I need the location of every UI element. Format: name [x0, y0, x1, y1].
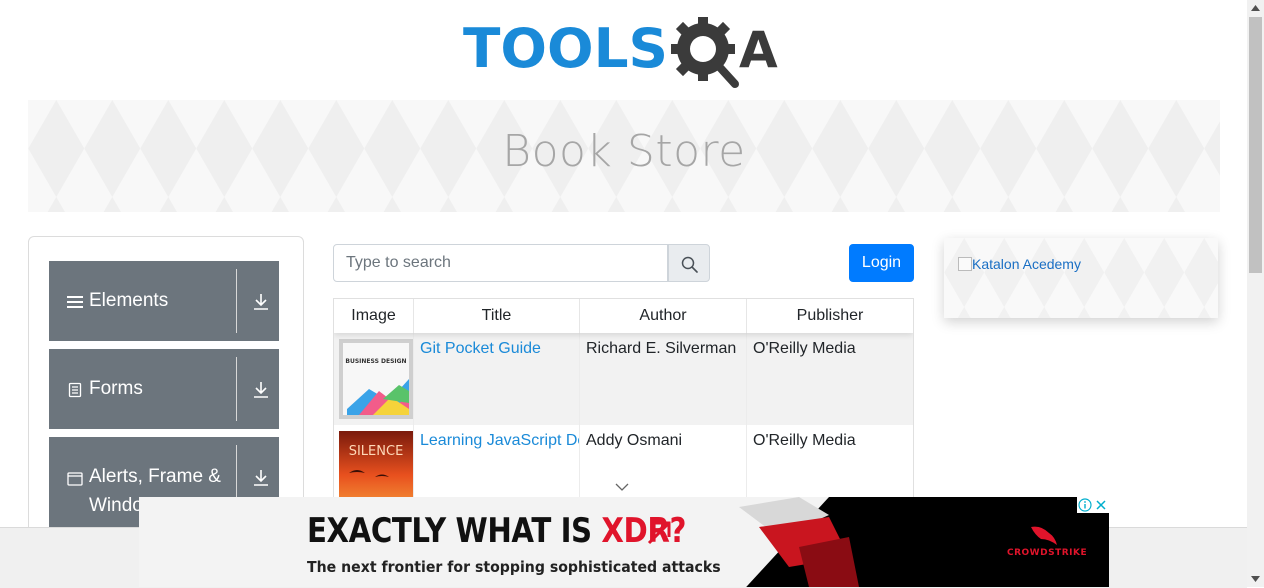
table-header: Image Title Author Publisher	[334, 299, 913, 333]
sidebar-group-label: Forms	[89, 378, 143, 399]
publisher-text: O'Reilly Media	[753, 340, 856, 357]
falcon-logo-icon	[1031, 526, 1057, 545]
sidebar-group-label: Alerts, Frame &	[89, 466, 221, 487]
ad-headline-xdr: XDR?	[601, 511, 687, 551]
book-title-link[interactable]: Learning JavaScript Design Patterns	[420, 432, 579, 450]
publisher-text: O'Reilly Media	[753, 432, 856, 449]
right-ad-banner[interactable]: Katalon Acedemy	[944, 238, 1218, 318]
download-icon	[254, 294, 268, 310]
bottom-ad-banner[interactable]: EXACTLY WHAT IS XDR? The next frontier f…	[139, 497, 1109, 587]
cover-text: SILENCE	[349, 444, 404, 459]
page-scrollbar[interactable]	[1247, 0, 1264, 587]
ad-headline: EXACTLY WHAT IS XDR?	[307, 511, 686, 551]
author-text: Richard E. Silverman	[586, 340, 737, 357]
ad-feather-graphic	[739, 497, 859, 587]
ad-headline-text: EXACTLY WHAT IS	[307, 511, 602, 551]
ad-close-icon[interactable]	[1094, 498, 1108, 512]
page-banner: Book Store	[28, 100, 1220, 212]
scroll-down-icon[interactable]	[1251, 576, 1260, 582]
sidebar-group-forms[interactable]: Forms	[49, 349, 279, 429]
column-header-image[interactable]: Image	[334, 299, 414, 333]
scroll-up-icon[interactable]	[1251, 5, 1260, 11]
sidebar-group-label: Elements	[89, 290, 169, 311]
broken-image-icon	[958, 257, 972, 271]
ad-info-icon[interactable]	[1078, 498, 1092, 512]
gear-icon	[671, 17, 739, 88]
scrollbar-thumb[interactable]	[1249, 17, 1262, 273]
hamburger-icon	[67, 296, 83, 308]
search-input[interactable]	[333, 244, 668, 282]
search-button[interactable]	[668, 244, 710, 282]
book-cover-image: BUSINESS DESIGN	[339, 339, 413, 419]
sidebar-group-elements[interactable]: Elements	[49, 261, 279, 341]
sidebar: Elements Forms Alerts, Frame & Windows	[28, 236, 304, 538]
search-icon	[681, 256, 698, 273]
publisher-cell: O'Reilly Media	[747, 333, 913, 425]
search-box	[333, 244, 710, 282]
column-header-publisher[interactable]: Publisher	[747, 299, 913, 333]
document-icon	[68, 382, 82, 398]
author-cell: Richard E. Silverman	[580, 333, 747, 425]
arrow-up-right-icon	[647, 521, 671, 545]
page-title: Book Store	[502, 126, 746, 177]
table-row: BUSINESS DESIGN Git Pocket Guide Richard…	[334, 333, 913, 425]
toolsqa-logo[interactable]: TOOLS A	[463, 14, 788, 90]
image-cell: BUSINESS DESIGN	[334, 333, 414, 425]
ad-subheadline: The next frontier for stopping sophistic…	[307, 558, 721, 576]
column-header-title[interactable]: Title	[414, 299, 580, 333]
title-cell: Git Pocket Guide	[414, 333, 580, 425]
chevron-down-icon	[615, 483, 629, 491]
window-icon	[67, 472, 83, 486]
broken-image-link[interactable]: Katalon Acedemy	[958, 256, 1081, 272]
logo-text-tools: TOOLS	[463, 17, 668, 80]
divider	[236, 357, 237, 421]
download-icon	[254, 470, 268, 486]
ad-badges	[1077, 497, 1109, 513]
ad-alt-text: Katalon Acedemy	[972, 256, 1081, 272]
login-button[interactable]: Login	[849, 244, 914, 282]
divider	[236, 269, 237, 333]
book-title-link[interactable]: Git Pocket Guide	[420, 340, 541, 358]
column-header-author[interactable]: Author	[580, 299, 747, 333]
ad-brand: CROWDSTRIKE	[1007, 548, 1088, 558]
download-icon	[254, 382, 268, 398]
author-text: Addy Osmani	[586, 432, 683, 449]
cover-text: BUSINESS DESIGN	[345, 358, 406, 365]
logo-text-a: A	[739, 21, 778, 79]
